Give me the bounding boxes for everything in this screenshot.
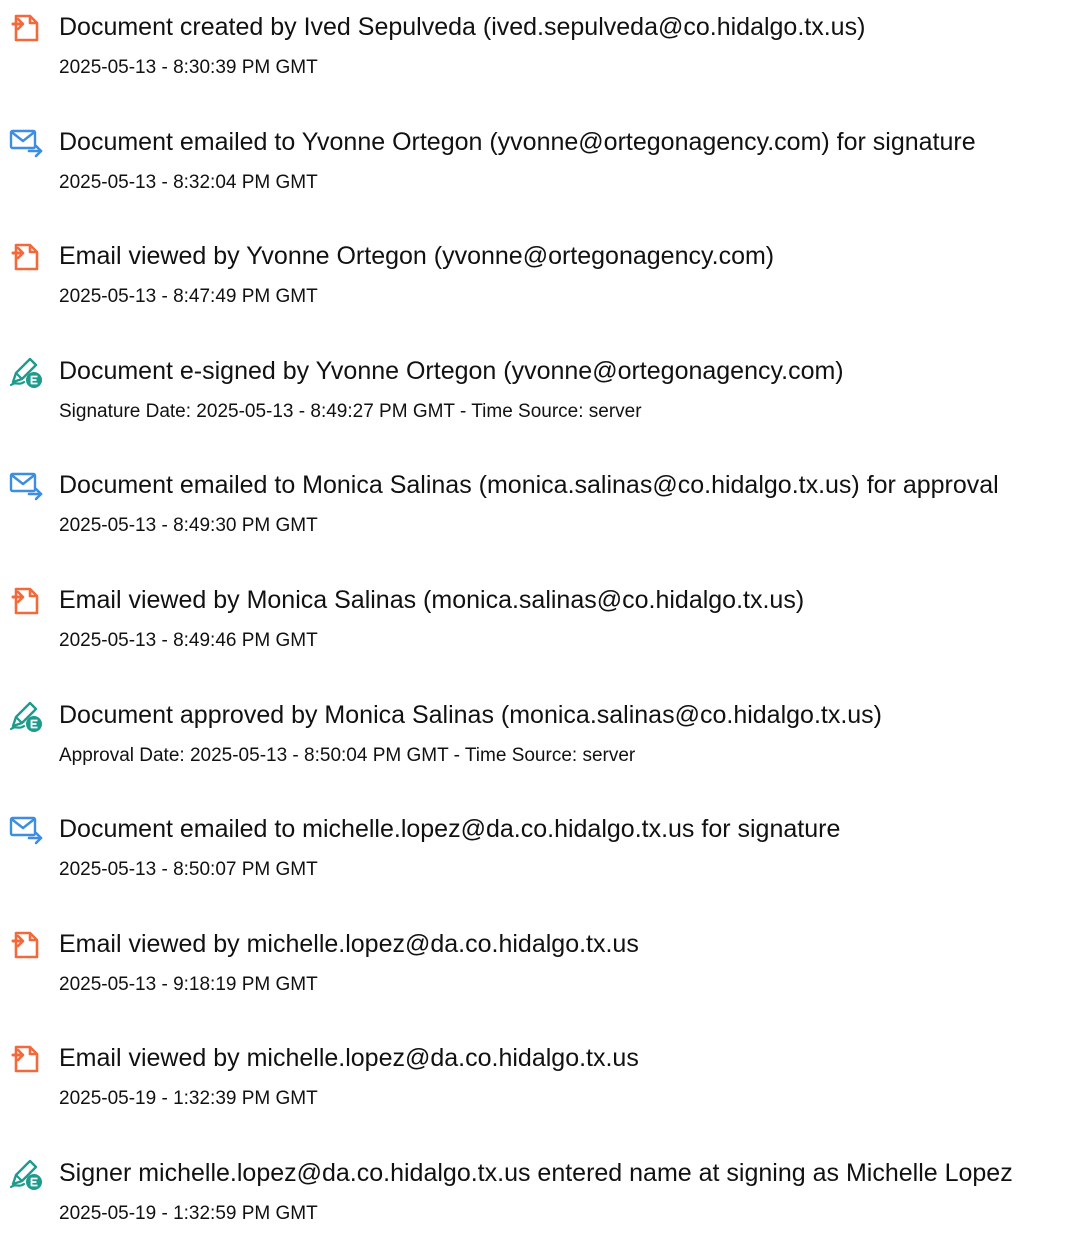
event-message: Signer michelle.lopez@da.co.hidalgo.tx.u…	[59, 1159, 1013, 1187]
event-message: Email viewed by michelle.lopez@da.co.hid…	[59, 1044, 639, 1072]
event-message: Document emailed to Yvonne Ortegon (yvon…	[59, 128, 976, 156]
history-entry: Document emailed to Yvonne Ortegon (yvon…	[0, 115, 1080, 215]
event-message: Email viewed by Yvonne Ortegon (yvonne@o…	[59, 242, 775, 270]
event-message: Document emailed to Monica Salinas (moni…	[59, 471, 999, 499]
email-sent-icon	[8, 468, 44, 504]
history-entry: Document emailed to michelle.lopez@da.co…	[0, 802, 1080, 902]
document-icon	[8, 583, 44, 619]
event-detail: Signature Date: 2025-05-13 - 8:49:27 PM …	[59, 401, 642, 422]
history-entry: Email viewed by Monica Salinas (monica.s…	[0, 573, 1080, 673]
event-timestamp: 2025-05-13 - 8:50:07 PM GMT	[59, 859, 318, 880]
document-icon	[8, 927, 44, 963]
history-entry: Email viewed by michelle.lopez@da.co.hid…	[0, 917, 1080, 1017]
document-icon	[8, 1041, 44, 1077]
event-message: Document e-signed by Yvonne Ortegon (yvo…	[59, 357, 844, 385]
event-timestamp: 2025-05-13 - 8:49:46 PM GMT	[59, 630, 318, 651]
history-entry: Document emailed to Monica Salinas (moni…	[0, 458, 1080, 558]
event-timestamp: 2025-05-13 - 8:47:49 PM GMT	[59, 286, 318, 307]
history-entry: Email viewed by Yvonne Ortegon (yvonne@o…	[0, 229, 1080, 329]
email-sent-icon	[8, 812, 44, 848]
esign-pen-icon	[8, 1156, 44, 1192]
history-entry: Email viewed by michelle.lopez@da.co.hid…	[0, 1031, 1080, 1131]
history-entry: Signer michelle.lopez@da.co.hidalgo.tx.u…	[0, 1146, 1080, 1246]
event-timestamp: 2025-05-13 - 9:18:19 PM GMT	[59, 974, 318, 995]
esign-pen-icon	[8, 698, 44, 734]
event-timestamp: 2025-05-19 - 1:32:59 PM GMT	[59, 1203, 318, 1224]
esign-pen-icon	[8, 354, 44, 390]
event-timestamp: 2025-05-19 - 1:32:39 PM GMT	[59, 1088, 318, 1109]
event-detail: Approval Date: 2025-05-13 - 8:50:04 PM G…	[59, 745, 636, 766]
event-timestamp: 2025-05-13 - 8:32:04 PM GMT	[59, 172, 318, 193]
event-message: Document created by Ived Sepulveda (ived…	[59, 13, 866, 41]
event-message: Document approved by Monica Salinas (mon…	[59, 701, 883, 729]
event-timestamp: 2025-05-13 - 8:30:39 PM GMT	[59, 57, 318, 78]
history-entry: Document e-signed by Yvonne Ortegon (yvo…	[0, 344, 1080, 444]
event-message: Document emailed to michelle.lopez@da.co…	[59, 815, 841, 843]
event-message: Email viewed by michelle.lopez@da.co.hid…	[59, 930, 639, 958]
document-icon	[8, 10, 44, 46]
event-message: Email viewed by Monica Salinas (monica.s…	[59, 586, 805, 614]
email-sent-icon	[8, 125, 44, 161]
event-timestamp: 2025-05-13 - 8:49:30 PM GMT	[59, 515, 318, 536]
history-entry: Document created by Ived Sepulveda (ived…	[0, 0, 1080, 100]
history-entry: Document approved by Monica Salinas (mon…	[0, 688, 1080, 788]
document-icon	[8, 239, 44, 275]
